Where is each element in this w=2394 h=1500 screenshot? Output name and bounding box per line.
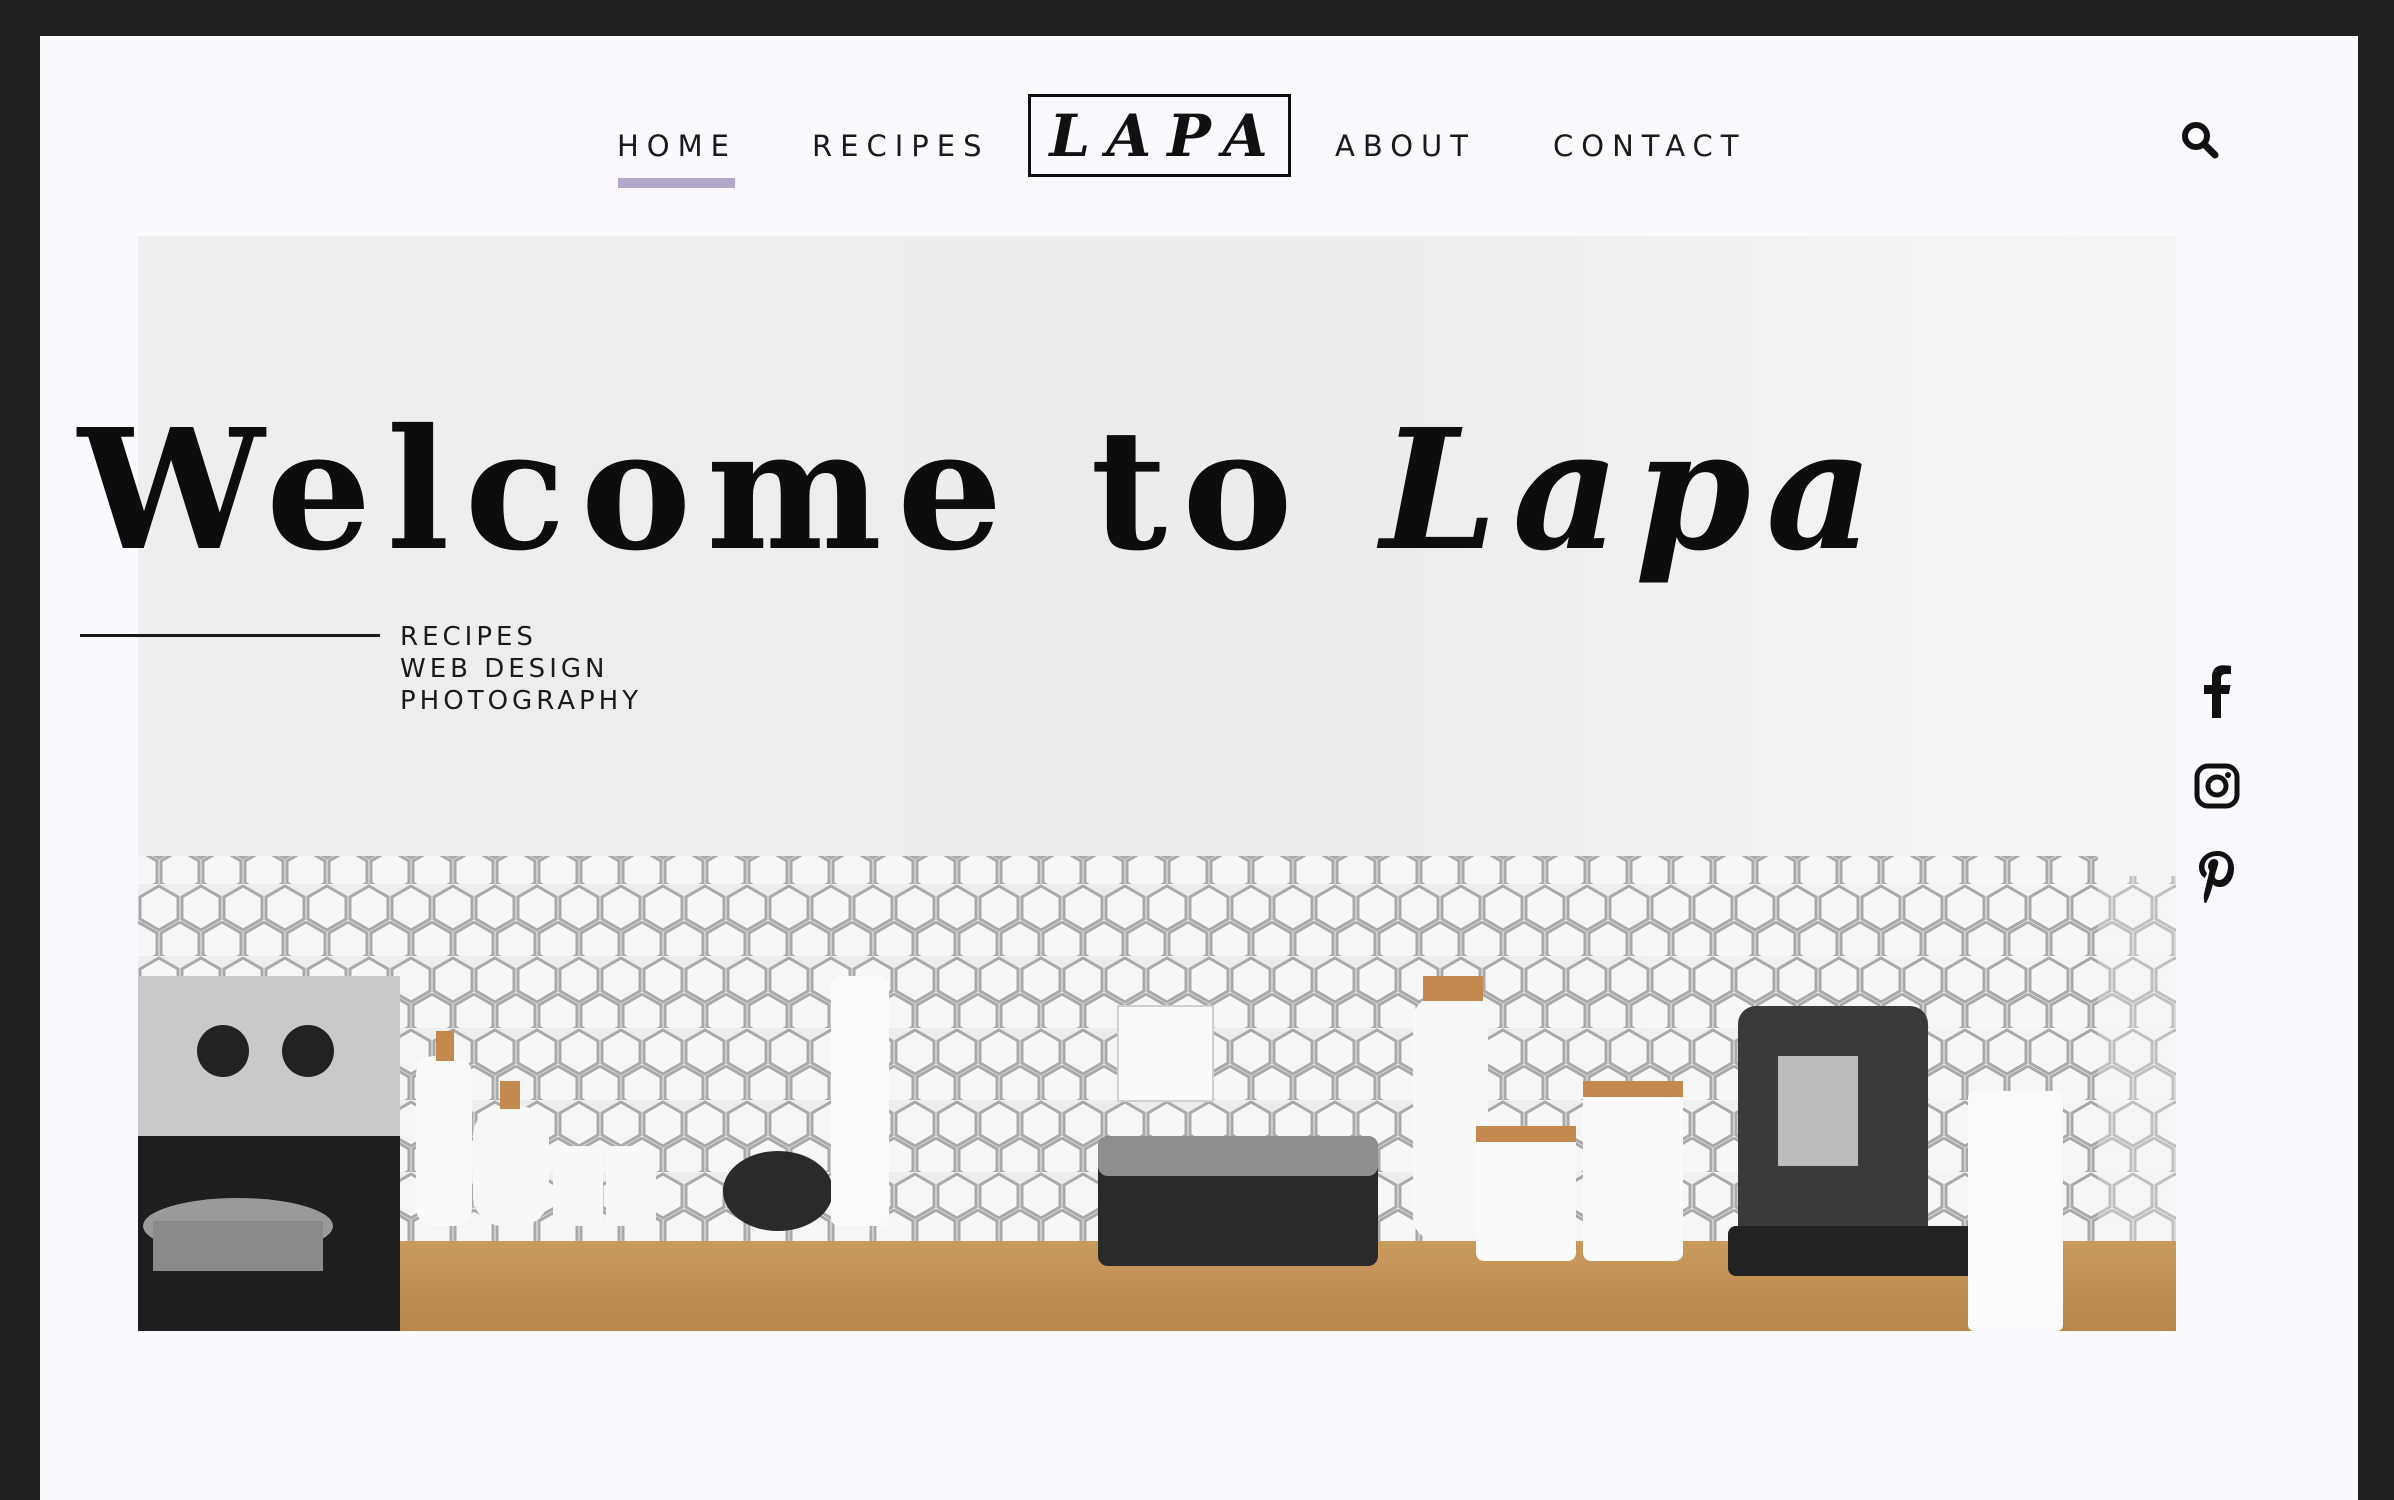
facebook-icon[interactable]: [2194, 664, 2240, 720]
pinterest-icon[interactable]: [2194, 848, 2240, 904]
nav-home-link[interactable]: HOME: [617, 121, 737, 171]
nav-recipes-link[interactable]: RECIPES: [812, 121, 990, 171]
tagline-item: WEB DESIGN: [400, 654, 609, 684]
nav-contact-link[interactable]: CONTACT: [1553, 121, 1747, 171]
hero-title-brand: Lapa: [1380, 393, 1889, 588]
tagline-item: PHOTOGRAPHY: [400, 686, 643, 716]
nav-about-link[interactable]: ABOUT: [1335, 121, 1476, 171]
hero-title-prefix: Welcome to: [78, 393, 1381, 588]
site-logo[interactable]: LAPA: [1028, 94, 1291, 177]
hero-divider: [80, 634, 380, 637]
tagline-item: RECIPES: [400, 622, 537, 652]
hero-title: Welcome to Lapa: [78, 408, 1889, 574]
search-icon[interactable]: [2176, 116, 2226, 166]
active-nav-underline: [618, 178, 735, 188]
instagram-icon[interactable]: [2194, 758, 2240, 814]
page: HOME RECIPES LAPA ABOUT CONTACT Welcome …: [40, 36, 2358, 1500]
